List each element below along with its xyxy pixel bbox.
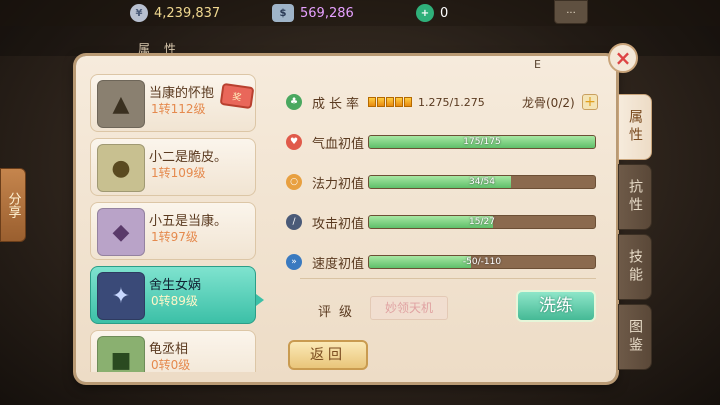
rating-value: 妙领天机 <box>370 296 448 320</box>
stone-golem-icon: ▲ <box>97 80 145 128</box>
dragon-bone-label: 龙骨(0/2) <box>522 95 575 110</box>
boar-icon: ◆ <box>97 208 145 256</box>
cash-resource: $ 569,286 <box>272 3 354 23</box>
growth-row: ♣ 成长率 1.275/1.275 龙骨(0/2) + <box>276 90 606 114</box>
stat-row-spd: » 速度初值 -50/-110 <box>276 250 606 274</box>
pet-level: 0转89级 <box>151 294 198 308</box>
pet-card-selected[interactable]: ✦ 舍生女娲 0转89级 <box>90 266 256 324</box>
stat-bar: -50/-110 <box>368 255 596 269</box>
growth-star-icon <box>368 97 376 107</box>
silver-resource: ¥ 4,239,837 <box>130 3 220 23</box>
growth-star-icon <box>395 97 403 107</box>
pet-card[interactable]: ● 小二是脆皮。 1转109级 <box>90 138 256 196</box>
stat-label: 气血初值 <box>312 136 365 152</box>
selected-arrow-icon <box>256 294 264 306</box>
stat-bar: 34/54 <box>368 175 596 189</box>
stat-value: 175/175 <box>463 137 501 147</box>
sword-icon: / <box>286 214 302 230</box>
stat-value: -50/-110 <box>462 257 502 267</box>
top-resource-bar <box>0 0 720 26</box>
silver-coin-icon: ¥ <box>130 4 148 22</box>
stat-label: 法力初值 <box>312 176 365 192</box>
monk-icon: ● <box>97 144 145 192</box>
pet-level: 1转112级 <box>151 102 206 116</box>
growth-star-icon <box>386 97 394 107</box>
heart-icon: ♥ <box>286 134 302 150</box>
pet-name: 小二是脆皮。 <box>149 150 228 165</box>
stat-value: 34/54 <box>469 177 495 187</box>
stat-row-mp: ○ 法力初值 34/54 <box>276 170 606 194</box>
divider <box>300 278 596 279</box>
mana-icon: ○ <box>286 174 302 190</box>
ticket-icon: 奖 <box>219 82 255 110</box>
tab-attributes[interactable]: 属性 <box>618 94 652 160</box>
jade-resource: + 0 <box>416 3 448 23</box>
leaf-icon: ♣ <box>286 94 302 110</box>
cash-stack-icon: $ <box>272 4 294 22</box>
growth-value: 1.275/1.275 <box>418 95 485 109</box>
jade-value: 0 <box>440 5 449 21</box>
speed-icon: » <box>286 254 302 270</box>
share-button[interactable]: 分享 <box>0 168 26 242</box>
stat-bar: 15/27 <box>368 215 596 229</box>
stat-row-atk: / 攻击初值 15/27 <box>276 210 606 234</box>
menu-button[interactable]: ... <box>554 0 588 24</box>
stat-label: 速度初值 <box>312 256 365 272</box>
attribute-panel: ♣ 成长率 1.275/1.275 龙骨(0/2) + ♥ 气血初值 175/1… <box>276 80 606 370</box>
growth-stars <box>368 97 413 107</box>
pet-level: 0转0级 <box>151 358 191 372</box>
pet-card[interactable]: ■ 龟丞相 0转0级 <box>90 330 256 372</box>
stat-row-hp: ♥ 气血初值 175/175 <box>276 130 606 154</box>
close-button[interactable]: × <box>608 43 638 73</box>
close-icon: × <box>614 46 632 70</box>
dragon-bone-add-button[interactable]: + <box>582 94 598 110</box>
silver-value: 4,239,837 <box>154 5 221 21</box>
e-label: E <box>534 58 541 71</box>
rating-label: 评级 <box>318 305 361 320</box>
pet-name: 龟丞相 <box>149 342 189 357</box>
turtle-icon: ■ <box>97 336 145 372</box>
stat-value: 15/27 <box>469 217 495 227</box>
pet-name: 当康的怀抱 <box>149 86 215 101</box>
pet-card[interactable]: ▲ 当康的怀抱 1转112级 奖 <box>90 74 256 132</box>
wash-button[interactable]: 洗练 <box>516 290 596 322</box>
jade-gem-icon: + <box>416 4 434 22</box>
back-button[interactable]: 返回 <box>288 340 368 370</box>
growth-star-icon <box>404 97 412 107</box>
pet-name: 舍生女娲 <box>149 278 202 293</box>
growth-star-icon <box>377 97 385 107</box>
pet-list[interactable]: ▲ 当康的怀抱 1转112级 奖 ● 小二是脆皮。 1转109级 ◆ 小五是当康… <box>86 74 260 372</box>
cash-value: 569,286 <box>300 5 354 21</box>
pet-level: 1转109级 <box>151 166 206 180</box>
pet-level: 1转97级 <box>151 230 198 244</box>
nuwa-icon: ✦ <box>97 272 145 320</box>
growth-label: 成长率 <box>312 96 364 112</box>
stat-label: 攻击初值 <box>312 216 365 232</box>
pet-name: 小五是当康。 <box>149 214 228 229</box>
pet-card[interactable]: ◆ 小五是当康。 1转97级 <box>90 202 256 260</box>
tab-resistance[interactable]: 抗性 <box>618 164 652 230</box>
tab-codex[interactable]: 图鉴 <box>618 304 652 370</box>
stat-bar: 175/175 <box>368 135 596 149</box>
tab-skills[interactable]: 技能 <box>618 234 652 300</box>
